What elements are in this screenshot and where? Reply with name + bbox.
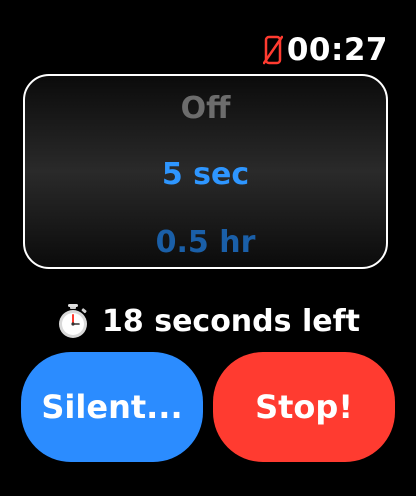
picker-option-off[interactable]: Off	[25, 94, 386, 124]
stopwatch-icon	[56, 304, 90, 340]
status-time: 00:27	[286, 31, 388, 68]
picker-option-next[interactable]: 0.5 hr	[25, 228, 386, 258]
silent-button[interactable]: Silent...	[21, 352, 203, 462]
status-bar: 00:27	[262, 30, 388, 70]
picker-option-selected[interactable]: 5 sec	[25, 160, 386, 190]
silent-button-label: Silent...	[41, 388, 183, 426]
phone-disconnected-icon	[262, 35, 284, 65]
duration-picker[interactable]: Off 5 sec 0.5 hr	[23, 74, 388, 269]
stop-button-label: Stop!	[255, 388, 353, 426]
countdown: 18 seconds left	[0, 302, 416, 342]
stop-button[interactable]: Stop!	[213, 352, 395, 462]
countdown-text: 18 seconds left	[102, 304, 360, 339]
